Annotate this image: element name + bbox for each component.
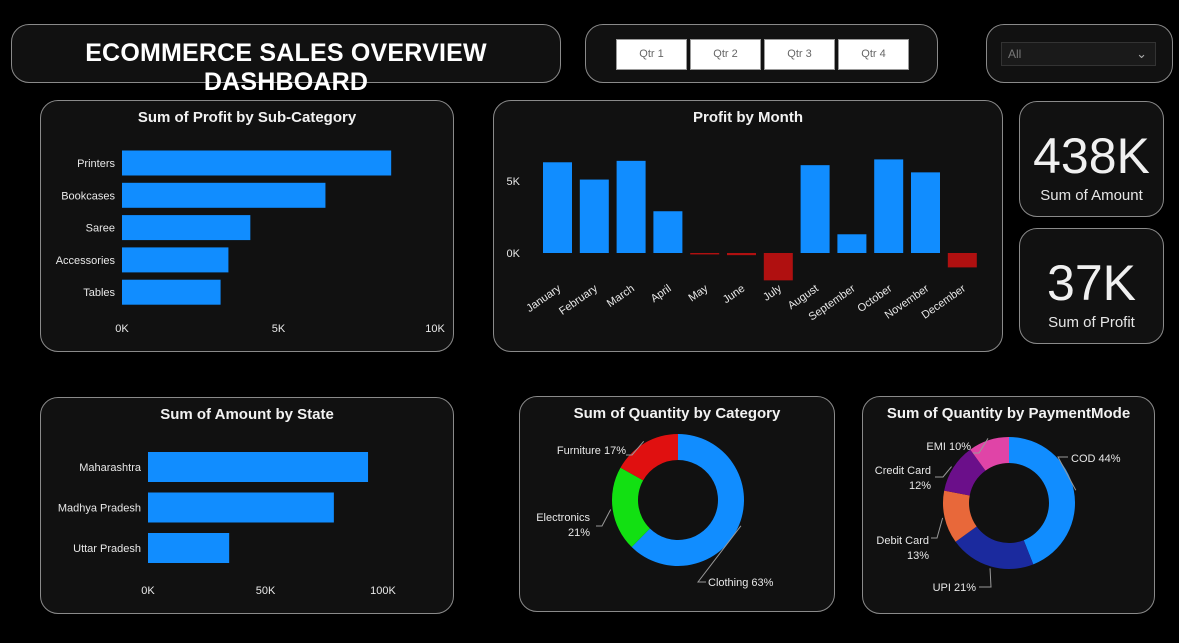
bar bbox=[579, 179, 609, 253]
bar bbox=[543, 162, 572, 253]
kpi-value: 37K bbox=[1047, 255, 1136, 311]
title-card: ECOMMERCE SALES OVERVIEW DASHBOARD bbox=[11, 24, 561, 96]
bar bbox=[690, 253, 720, 255]
bar bbox=[122, 247, 229, 273]
kpi-value: 438K bbox=[1033, 128, 1150, 184]
category-label: Printers bbox=[77, 158, 115, 170]
amount-by-state-card: Sum of Amount by State Maharashtra Madhya… bbox=[40, 397, 454, 614]
kpi-label: Sum of Profit bbox=[1048, 314, 1135, 331]
bar bbox=[874, 159, 904, 253]
bar bbox=[911, 172, 940, 253]
axis-tick-label: 0K bbox=[507, 248, 521, 260]
axis-tick-label: 5K bbox=[272, 323, 286, 335]
slice-label: COD 44% bbox=[1071, 453, 1121, 465]
bar bbox=[122, 215, 251, 241]
quarter-button-2[interactable]: Qtr 2 bbox=[690, 39, 761, 70]
dashboard-title: ECOMMERCE SALES OVERVIEW DASHBOARD bbox=[85, 39, 487, 96]
slice-label: Electronics bbox=[536, 512, 590, 524]
kpi-card-profit: 37K Sum of Profit bbox=[1019, 228, 1164, 344]
month-label: February bbox=[557, 282, 600, 317]
quantity-by-category-chart: Clothing 63% Electronics 21% Furniture 17% bbox=[536, 434, 774, 589]
profit-by-subcategory-chart: Printers Bookcases Saree Accessories Tables 0… bbox=[56, 150, 445, 335]
slice-label: 12% bbox=[909, 480, 931, 492]
month-label: July bbox=[761, 282, 784, 303]
slice-label: 21% bbox=[568, 527, 590, 539]
filter-dropdown[interactable]: All ⌄ bbox=[1001, 42, 1156, 66]
category-label: Madhya Pradesh bbox=[58, 503, 141, 515]
axis-tick-label: 50K bbox=[256, 585, 276, 597]
bar bbox=[763, 253, 793, 281]
dropdown-selected-value: All bbox=[1008, 47, 1022, 61]
bar bbox=[122, 279, 221, 305]
slice-label: Furniture 17% bbox=[557, 445, 626, 457]
category-label: Saree bbox=[86, 223, 115, 235]
axis-tick-label: 10K bbox=[425, 323, 445, 335]
axis-tick-label: 0K bbox=[141, 585, 155, 597]
bar bbox=[616, 160, 646, 253]
month-label: May bbox=[687, 282, 711, 304]
slice-label: Debit Card bbox=[876, 535, 929, 547]
category-label: Uttar Pradesh bbox=[73, 543, 141, 555]
quantity-by-paymentmode-card: Sum of Quantity by PaymentMode COD 44% UP… bbox=[862, 396, 1155, 614]
slice-label: 13% bbox=[907, 550, 929, 562]
category-label: Accessories bbox=[56, 255, 116, 267]
profit-by-month-card: Profit by Month 5K 0K January February March… bbox=[493, 100, 1003, 352]
bar bbox=[800, 165, 830, 253]
axis-tick-label: 0K bbox=[115, 323, 129, 335]
leader-line bbox=[931, 517, 944, 539]
amount-by-state-chart: Maharashtra Madhya Pradesh Uttar Pradesh 0K… bbox=[58, 452, 397, 597]
bar bbox=[148, 492, 334, 523]
bar bbox=[947, 253, 977, 268]
quarter-button-4[interactable]: Qtr 4 bbox=[838, 39, 909, 70]
quantity-by-paymentmode-chart: COD 44% UPI 21% Debit Card 13% Credit Card 12… bbox=[875, 437, 1121, 594]
filter-dropdown-card: All ⌄ bbox=[986, 24, 1173, 83]
quarter-button-3[interactable]: Qtr 3 bbox=[764, 39, 835, 70]
bar bbox=[122, 150, 392, 176]
chevron-down-icon: ⌄ bbox=[1136, 46, 1147, 61]
category-label: Tables bbox=[83, 287, 115, 299]
kpi-card-amount: 438K Sum of Amount bbox=[1019, 101, 1164, 217]
slice-label: Clothing 63% bbox=[708, 577, 774, 589]
axis-tick-label: 100K bbox=[370, 585, 396, 597]
category-label: Maharashtra bbox=[79, 462, 142, 474]
slice-label: UPI 21% bbox=[933, 582, 977, 594]
bar bbox=[727, 253, 756, 256]
leader-line bbox=[596, 509, 612, 527]
slice-label: EMI 10% bbox=[926, 441, 971, 453]
quarter-slicer: Qtr 1 Qtr 2 Qtr 3 Qtr 4 bbox=[585, 24, 938, 83]
bar bbox=[148, 452, 369, 482]
bar bbox=[148, 533, 230, 563]
bar bbox=[837, 234, 867, 253]
quarter-button-1[interactable]: Qtr 1 bbox=[616, 39, 687, 70]
axis-tick-label: 5K bbox=[507, 176, 521, 188]
month-label: April bbox=[649, 283, 674, 305]
month-label: March bbox=[605, 283, 637, 310]
bar bbox=[122, 182, 326, 208]
profit-by-subcategory-card: Sum of Profit by Sub-Category Printers Bo… bbox=[40, 100, 454, 352]
slice-label: Credit Card bbox=[875, 465, 931, 477]
month-label: June bbox=[721, 283, 747, 307]
leader-line bbox=[979, 568, 992, 588]
category-label: Bookcases bbox=[61, 190, 115, 202]
kpi-label: Sum of Amount bbox=[1040, 187, 1143, 204]
quantity-by-category-card: Sum of Quantity by Category Clothing 63%… bbox=[519, 396, 835, 612]
bar bbox=[653, 211, 683, 253]
profit-by-month-chart: 5K0KJanuaryFebruary March April May June July… bbox=[507, 159, 977, 323]
